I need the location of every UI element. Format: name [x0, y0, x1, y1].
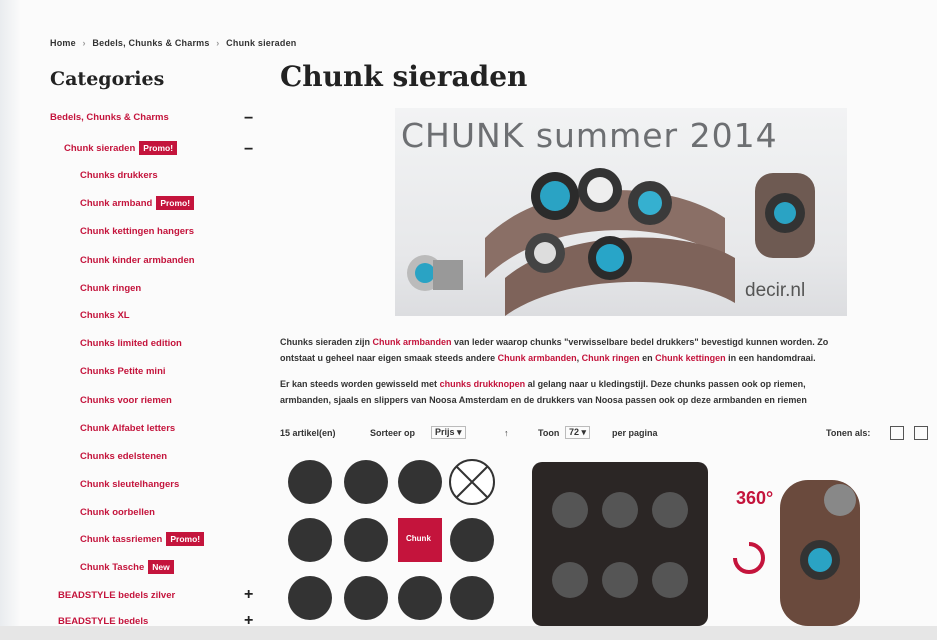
category-item[interactable]: Chunks drukkers	[80, 170, 158, 181]
category-label: BEADSTYLE bedels zilver	[58, 590, 176, 601]
category-bedels[interactable]: Bedels, Chunks & Charms	[50, 112, 169, 123]
category-item[interactable]: Chunk armband Promo!	[80, 196, 195, 210]
per-page-label: per pagina	[612, 428, 658, 438]
page-title: Chunk sieraden	[280, 60, 528, 93]
product-images[interactable]	[280, 450, 937, 626]
breadcrumb: Home › Bedels, Chunks & Charms › Chunk s…	[50, 38, 301, 48]
chevron-down-icon: ▾	[581, 427, 587, 437]
product-grid: Chunk 360°	[280, 450, 937, 626]
link-chunk-kettingen[interactable]: Chunk kettingen	[655, 353, 726, 363]
banner-watermark: decir.nl	[745, 280, 806, 301]
category-item[interactable]: Chunk kinder armbanden	[80, 255, 195, 266]
category-label: Chunk oorbellen	[80, 507, 155, 518]
text: armbanden, sjaals en slippers van Noosa …	[280, 395, 807, 405]
show-value: 72	[569, 427, 580, 437]
bottom-strip	[0, 626, 937, 640]
category-label: Chunks XL	[80, 310, 130, 321]
category-label: Chunks voor riemen	[80, 395, 172, 406]
category-item[interactable]: Chunk kettingen hangers	[80, 226, 194, 237]
category-label: Chunks limited edition	[80, 338, 182, 349]
category-label: Chunk ringen	[80, 283, 142, 294]
category-chunk-sieraden[interactable]: Chunk sieraden Promo!	[64, 141, 178, 155]
category-item[interactable]: Chunk tassriemen Promo!	[80, 532, 205, 546]
grid-view-icon[interactable]	[890, 426, 904, 440]
category-label: Chunk kinder armbanden	[80, 255, 195, 266]
breadcrumb-separator: ›	[82, 38, 86, 48]
category-label: Chunk Tasche	[80, 562, 145, 573]
category-label: Chunk sieraden	[64, 143, 136, 154]
category-beadstyle-zilver[interactable]: BEADSTYLE bedels zilver	[58, 590, 175, 601]
category-item[interactable]: Chunk sleutelhangers	[80, 479, 179, 490]
category-label: Chunks edelstenen	[80, 451, 168, 462]
link-chunk-ringen[interactable]: Chunk ringen	[582, 353, 640, 363]
promo-badge: Promo!	[166, 532, 205, 546]
chunk-tile-label: Chunk	[406, 534, 431, 543]
show-label: Toon	[538, 428, 560, 438]
category-label: Chunks drukkers	[80, 170, 158, 181]
link-chunks-drukknopen[interactable]: chunks drukknopen	[440, 379, 526, 389]
category-item[interactable]: Chunks voor riemen	[80, 395, 172, 406]
intro-paragraph: Chunks sieraden zijn Chunk armbanden van…	[280, 334, 930, 366]
category-item[interactable]: Chunks limited edition	[80, 338, 182, 349]
breadcrumb-level1[interactable]: Bedels, Chunks & Charms	[92, 38, 209, 48]
banner-title: CHUNK summer 2014	[401, 116, 778, 155]
page-edge	[0, 0, 20, 640]
category-label: Chunk kettingen hangers	[80, 226, 195, 237]
promo-badge: Promo!	[156, 196, 195, 210]
text: van leder waarop chunks "verwisselbare b…	[451, 337, 829, 347]
category-label: Chunk tassriemen	[80, 534, 163, 545]
sort-direction-icon[interactable]: ↑	[504, 428, 509, 438]
promo-banner[interactable]: CHUNK summer 2014 decir.nl	[395, 108, 847, 316]
item-count: 15 artikel(en)	[280, 428, 336, 438]
category-item[interactable]: Chunks XL	[80, 310, 130, 321]
sidebar-title: Categories	[50, 68, 165, 90]
category-item[interactable]: Chunk oorbellen	[80, 507, 155, 518]
view-label: Tonen als:	[826, 428, 871, 438]
category-item[interactable]: Chunk Tasche New	[80, 560, 174, 574]
sort-value: Prijs	[435, 427, 455, 437]
toggle-minus-icon[interactable]: −	[244, 142, 253, 158]
link-chunk-armbanden[interactable]: Chunk armbanden	[498, 353, 577, 363]
toggle-plus-icon[interactable]: +	[244, 613, 253, 629]
show-select[interactable]: 72 ▾	[565, 426, 591, 439]
category-item[interactable]: Chunk Alfabet letters	[80, 423, 175, 434]
breadcrumb-current: Chunk sieraden	[226, 38, 297, 48]
sort-label: Sorteer op	[370, 428, 416, 438]
toggle-plus-icon[interactable]: +	[244, 587, 253, 603]
category-label: Bedels, Chunks & Charms	[50, 112, 169, 123]
category-item[interactable]: Chunk ringen	[80, 283, 141, 294]
text: Chunks sieraden zijn	[280, 337, 373, 347]
badge-360: 360°	[736, 488, 774, 508]
chevron-down-icon: ▾	[457, 427, 462, 437]
category-label: Chunk sleutelhangers	[80, 479, 180, 490]
new-badge: New	[148, 560, 174, 574]
toggle-minus-icon[interactable]: −	[244, 111, 253, 127]
link-chunk-armbanden[interactable]: Chunk armbanden	[373, 337, 452, 347]
sort-select[interactable]: Prijs ▾	[431, 426, 466, 439]
breadcrumb-separator: ›	[216, 38, 220, 48]
info-paragraph: Er kan steeds worden gewisseld met chunk…	[280, 376, 930, 408]
text: Er kan steeds worden gewisseld met	[280, 379, 440, 389]
text: al gelang naar u kledingstijl. Deze chun…	[525, 379, 806, 389]
list-view-icon[interactable]	[914, 426, 928, 440]
category-item[interactable]: Chunks edelstenen	[80, 451, 167, 462]
text: ontstaat u geheel naar eigen smaak steed…	[280, 353, 498, 363]
category-label: Chunk Alfabet letters	[80, 423, 176, 434]
category-label: Chunk armband	[80, 198, 153, 209]
promo-badge: Promo!	[139, 141, 178, 155]
category-label: Chunks Petite mini	[80, 366, 166, 377]
text: in een handomdraai.	[725, 353, 816, 363]
breadcrumb-home[interactable]: Home	[50, 38, 76, 48]
text: en	[639, 353, 656, 363]
category-item[interactable]: Chunks Petite mini	[80, 366, 166, 377]
